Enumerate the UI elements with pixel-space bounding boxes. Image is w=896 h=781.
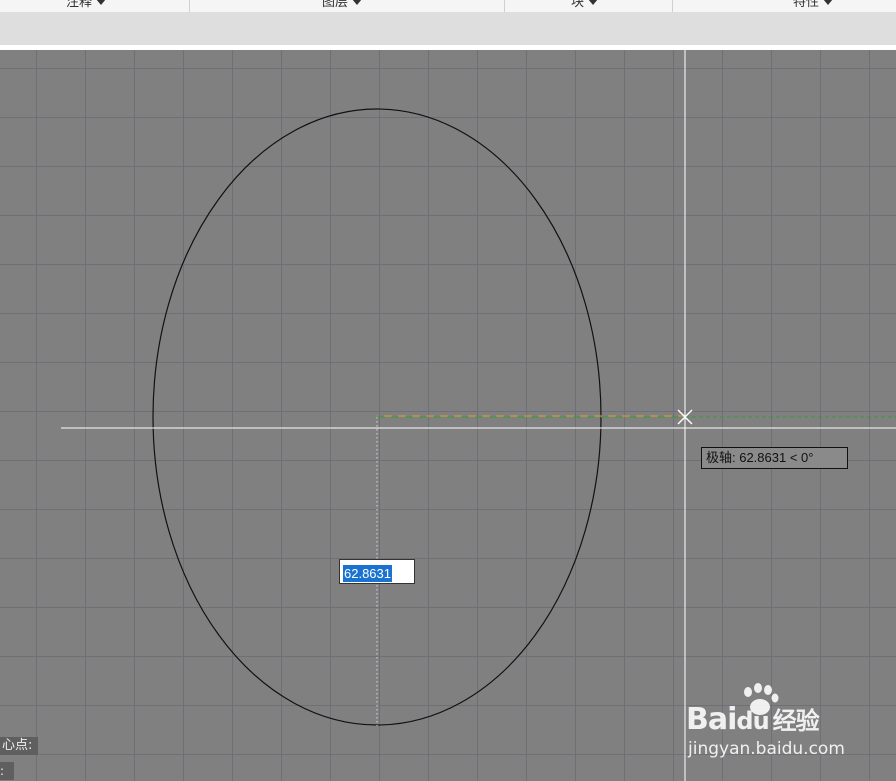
- panel-divider: [672, 0, 673, 12]
- panel-layers[interactable]: 图层: [322, 0, 363, 11]
- baidu-watermark: Baidu 经验 jingyan.baidu.com: [686, 683, 876, 763]
- watermark-logo-bai: Bai: [686, 702, 737, 737]
- file-tab-bar: [0, 12, 896, 45]
- panel-divider: [189, 0, 190, 12]
- watermark-url: jingyan.baidu.com: [688, 739, 845, 759]
- panel-layers-label: 图层: [322, 0, 349, 10]
- chevron-down-icon: [588, 0, 599, 5]
- drawing-svg: [61, 50, 896, 781]
- dynamic-input-field[interactable]: 62.8631: [339, 559, 415, 584]
- watermark-logo-du: du: [736, 707, 769, 735]
- command-prompt-secondary: :: [0, 762, 14, 780]
- polar-tooltip: 极轴: 62.8631 < 0°: [701, 447, 848, 469]
- watermark-logo: Baidu 经验: [686, 701, 820, 737]
- dynamic-input-value[interactable]: 62.8631: [343, 565, 392, 582]
- panel-annotation-label: 注释: [66, 0, 93, 10]
- chevron-down-icon: [823, 0, 834, 5]
- panel-properties[interactable]: 特性: [793, 0, 834, 11]
- drawing-canvas[interactable]: [0, 50, 896, 781]
- panel-block-label: 块: [571, 0, 585, 10]
- panel-divider: [504, 0, 505, 12]
- chevron-down-icon: [352, 0, 363, 5]
- command-prompt: 心点:: [0, 737, 39, 755]
- chevron-down-icon: [96, 0, 107, 5]
- panel-annotation[interactable]: 注释: [66, 0, 107, 11]
- panel-properties-label: 特性: [793, 0, 820, 10]
- watermark-logo-jingyan: 经验: [772, 707, 820, 735]
- panel-block[interactable]: 块: [571, 0, 599, 11]
